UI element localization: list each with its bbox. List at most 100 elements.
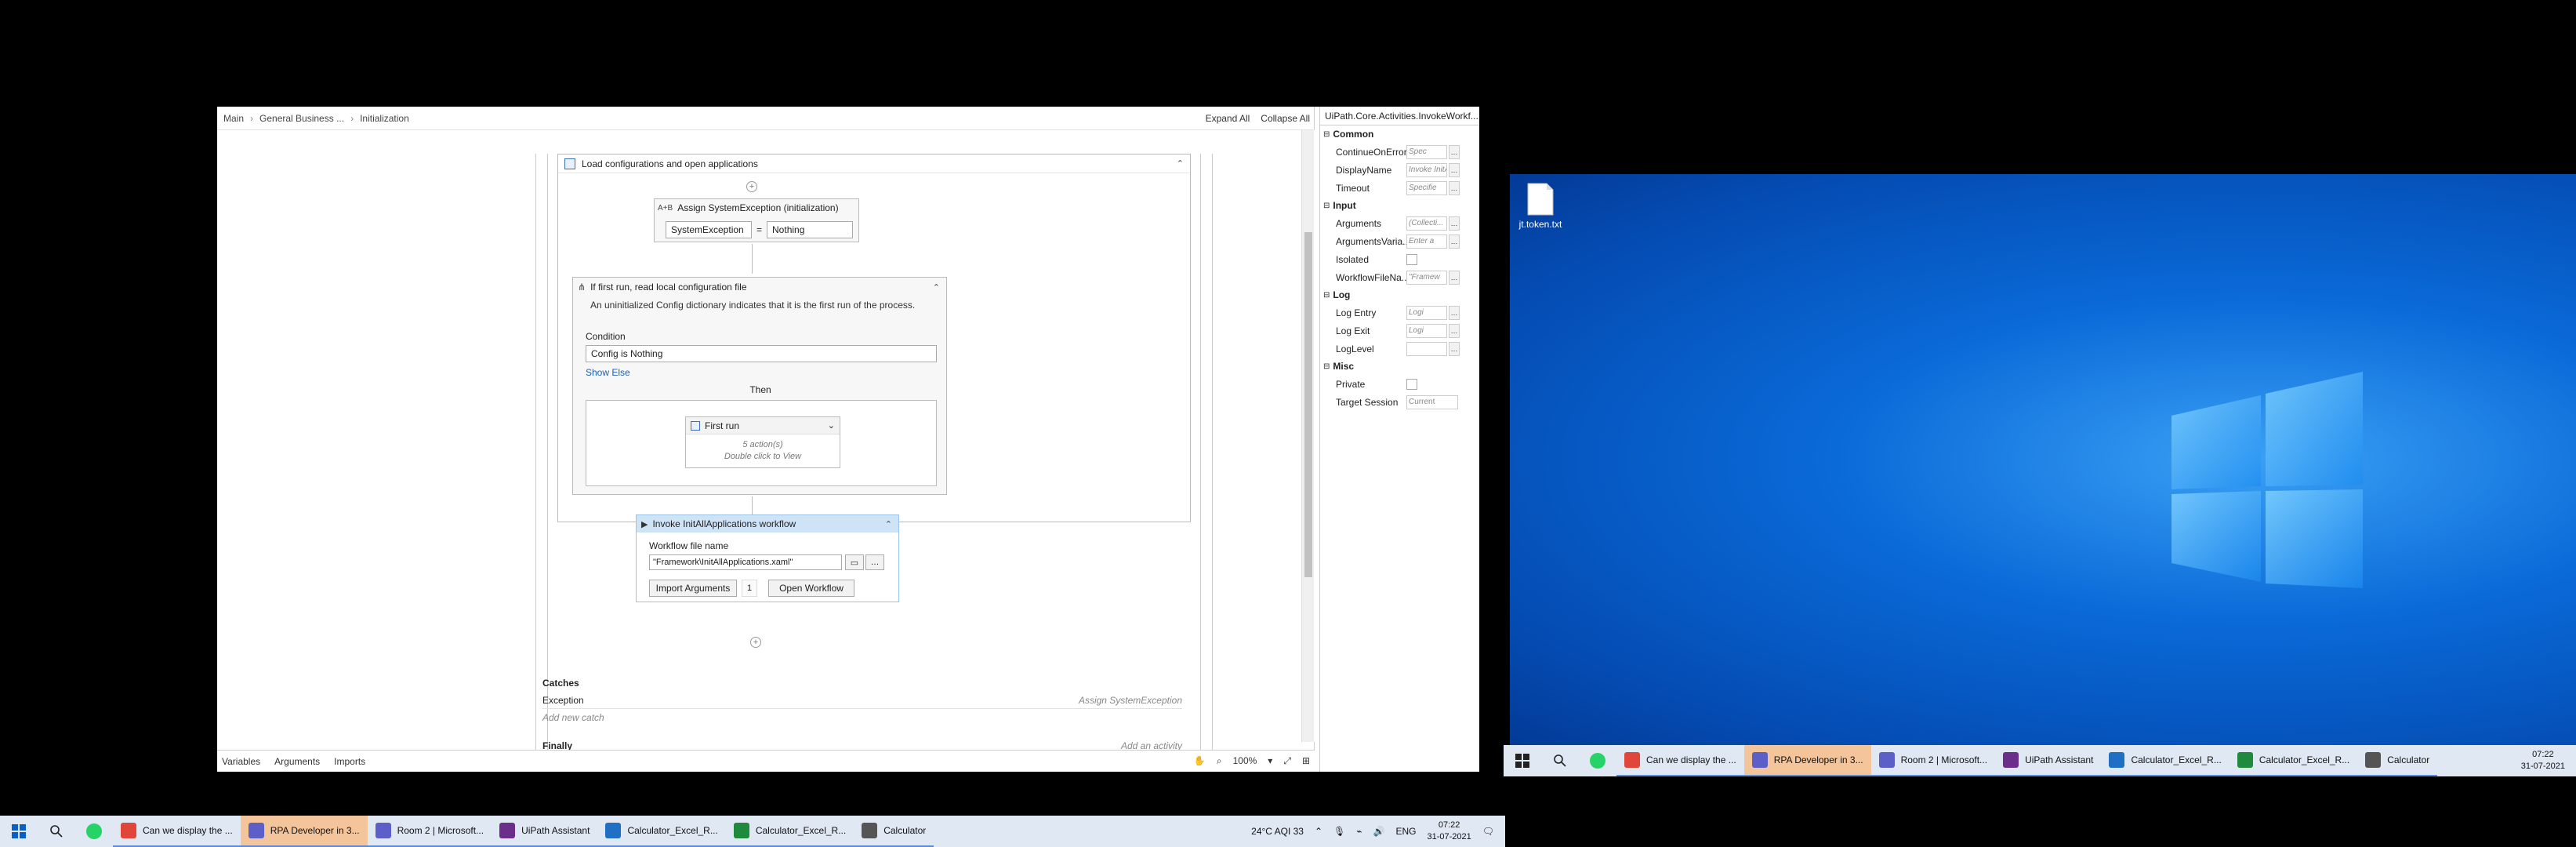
property-category[interactable]: ⊟ Common	[1320, 125, 1479, 143]
desktop-file-icon[interactable]: jt.token.txt	[1513, 182, 1568, 230]
weather-widget[interactable]: 24°C AQI 33	[1251, 826, 1304, 837]
breadcrumb-item[interactable]: Main	[223, 113, 244, 124]
property-checkbox[interactable]	[1406, 378, 1417, 390]
taskbar-app-button[interactable]: RPA Developer in 3...	[1743, 745, 1871, 776]
language-indicator[interactable]: ENG	[1395, 826, 1416, 837]
if-activity[interactable]: ⋔ If first run, read local configuration…	[572, 277, 947, 495]
show-else-link[interactable]: Show Else	[586, 367, 630, 378]
collapse-icon[interactable]: ⌃	[1177, 158, 1184, 169]
condition-input[interactable]: Config is Nothing	[586, 345, 937, 362]
property-ellipsis-button[interactable]: …	[1449, 305, 1460, 320]
assign-to-field[interactable]: SystemException	[666, 221, 752, 238]
taskbar-app-button[interactable]: Calculator	[854, 816, 934, 847]
assign-value-field[interactable]: Nothing	[767, 221, 854, 238]
variables-tab[interactable]: Variables	[222, 756, 260, 767]
notifications-icon[interactable]: 🗨	[1482, 826, 1494, 837]
property-checkbox[interactable]	[1406, 253, 1417, 265]
taskbar-app-button[interactable]: UiPath Assistant	[1995, 745, 2102, 776]
scrollbar-thumb[interactable]	[1304, 232, 1312, 577]
taskbar-app-button[interactable]: Calculator_Excel_R...	[2101, 745, 2230, 776]
assign-activity[interactable]: A+B Assign SystemException (initializati…	[654, 198, 859, 242]
volume-icon[interactable]: 🔊	[1373, 826, 1385, 837]
import-arguments-button[interactable]: Import Arguments	[649, 580, 737, 597]
expand-icon[interactable]: ⌄	[828, 420, 835, 431]
zoom-dropdown-icon[interactable]: ▾	[1268, 755, 1272, 766]
property-ellipsis-button[interactable]: …	[1449, 323, 1460, 338]
taskbar-app-button[interactable]: Calculator	[2357, 745, 2438, 776]
tray-chevron-icon[interactable]: ⌃	[1315, 826, 1322, 837]
collapse-icon[interactable]: ⌃	[885, 519, 892, 529]
property-value-input[interactable]: Enter a	[1406, 234, 1447, 249]
collapse-category-icon[interactable]: ⊟	[1323, 202, 1330, 210]
taskbar-app-button[interactable]: Calculator_Excel_R...	[2229, 745, 2358, 776]
zoom-search-icon[interactable]: ⌕	[1217, 755, 1222, 767]
workflow-file-input[interactable]: "Framework\InitAllApplications.xaml"	[649, 554, 842, 570]
taskbar-app-button[interactable]: Calculator_Excel_R...	[597, 816, 726, 847]
breadcrumb-item[interactable]: Initialization	[360, 113, 409, 124]
pan-hand-icon[interactable]: ✋	[1194, 755, 1206, 766]
ellipsis-button[interactable]: …	[865, 554, 884, 570]
taskbar-app-button[interactable]: Calculator_Excel_R...	[725, 816, 854, 847]
collapse-all-link[interactable]: Collapse All	[1261, 113, 1310, 124]
taskbar-app-button[interactable]: UiPath Assistant	[492, 816, 598, 847]
invoke-workflow-activity[interactable]: ▶ Invoke InitAllApplications workflow ⌃ …	[636, 514, 899, 602]
property-value-input[interactable]: Logi	[1406, 323, 1447, 338]
try-catch-activity[interactable]: Load configurations and open application…	[535, 154, 1213, 769]
arguments-tab[interactable]: Arguments	[274, 756, 320, 767]
windows-start-icon[interactable]	[0, 816, 38, 847]
whatsapp-icon[interactable]	[1579, 745, 1616, 776]
property-ellipsis-button[interactable]: …	[1449, 180, 1460, 195]
imports-tab[interactable]: Imports	[334, 756, 365, 767]
taskbar-app-button[interactable]: Can we display the ...	[1616, 745, 1744, 776]
zoom-level[interactable]: 100%	[1233, 755, 1257, 766]
add-activity-plus-icon[interactable]: +	[746, 181, 757, 192]
collapse-category-icon[interactable]: ⊟	[1323, 362, 1330, 371]
property-ellipsis-button[interactable]: …	[1449, 341, 1460, 356]
catch-row[interactable]: Exception Assign SystemException	[542, 692, 1182, 709]
add-new-catch-link[interactable]: Add new catch	[542, 709, 1182, 726]
property-ellipsis-button[interactable]: …	[1449, 144, 1460, 159]
property-value-input[interactable]: "Framew	[1406, 270, 1447, 285]
taskbar-app-button[interactable]: Room 2 | Microsoft...	[1870, 745, 1996, 776]
clock[interactable]: 07:22 31-07-2021	[1427, 820, 1471, 843]
property-category[interactable]: ⊟ Misc	[1320, 358, 1479, 375]
taskbar-app-button[interactable]: Can we display the ...	[113, 816, 241, 847]
breadcrumb-item[interactable]: General Business ...	[259, 113, 344, 124]
collapse-category-icon[interactable]: ⊟	[1323, 291, 1330, 300]
property-value-input[interactable]	[1406, 341, 1447, 356]
property-ellipsis-button[interactable]: …	[1449, 270, 1460, 285]
taskbar-app-button[interactable]: RPA Developer in 3...	[240, 816, 368, 847]
designer-canvas[interactable]: Load configurations and open application…	[217, 130, 1315, 769]
clock[interactable]: 07:22 31-07-2021	[2521, 749, 2565, 772]
property-category[interactable]: ⊟ Log	[1320, 286, 1479, 304]
property-value-input[interactable]: (Collecti...	[1406, 216, 1447, 231]
taskbar-app-button[interactable]: Room 2 | Microsoft...	[367, 816, 492, 847]
first-run-sequence[interactable]: First run ⌄ 5 action(s) Double click to …	[685, 416, 840, 468]
whatsapp-icon[interactable]	[75, 816, 113, 847]
sequence-activity[interactable]: Load configurations and open application…	[557, 154, 1191, 523]
open-workflow-button[interactable]: Open Workflow	[768, 580, 854, 597]
property-category[interactable]: ⊟ Input	[1320, 197, 1479, 214]
add-activity-plus-icon[interactable]: +	[750, 637, 761, 648]
network-icon[interactable]: ⌁	[1356, 826, 1362, 837]
property-ellipsis-button[interactable]: …	[1449, 234, 1460, 249]
search-icon[interactable]	[1541, 745, 1579, 776]
property-value-input[interactable]: Specifie	[1406, 180, 1447, 195]
property-ellipsis-button[interactable]: …	[1449, 216, 1460, 231]
fit-to-screen-icon[interactable]: ⤢	[1283, 755, 1291, 767]
canvas-scrollbar[interactable]	[1301, 130, 1314, 742]
search-icon[interactable]	[38, 816, 75, 847]
property-ellipsis-button[interactable]: …	[1449, 162, 1460, 177]
collapse-category-icon[interactable]: ⊟	[1323, 130, 1330, 139]
property-value-input[interactable]: Spec	[1406, 144, 1447, 159]
expand-all-link[interactable]: Expand All	[1206, 113, 1250, 124]
property-value-input[interactable]: Current	[1406, 394, 1458, 409]
collapse-icon[interactable]: ⌃	[933, 282, 940, 293]
property-value-input[interactable]: Logi	[1406, 305, 1447, 320]
windows-start-icon[interactable]	[1504, 745, 1541, 776]
property-value-input[interactable]: Invoke InitA	[1406, 162, 1447, 177]
overview-icon[interactable]: ⊞	[1302, 755, 1310, 766]
then-branch[interactable]: First run ⌄ 5 action(s) Double click to …	[586, 400, 937, 486]
folder-icon[interactable]: ▭	[845, 554, 864, 570]
microphone-icon[interactable]: 🎙	[1333, 826, 1345, 837]
